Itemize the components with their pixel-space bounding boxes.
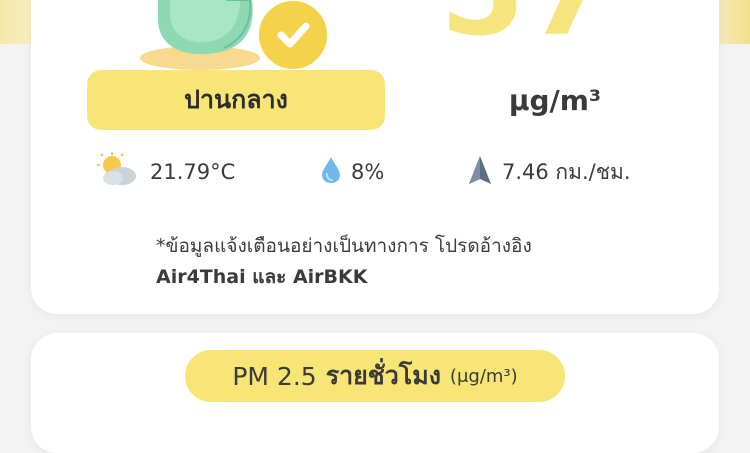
hourly-pm25-header: PM 2.5 รายชั่วโมง (μg/m³)	[185, 350, 565, 402]
water-drop-icon	[321, 156, 341, 189]
temperature-value: 21.79°C	[150, 160, 236, 184]
check-badge-icon	[256, 0, 330, 72]
partly-cloudy-icon	[96, 151, 140, 193]
hourly-prefix: PM 2.5	[232, 361, 317, 391]
pm25-value: 57	[440, 0, 650, 62]
air-quality-level-badge: ปานกลาง	[87, 70, 385, 130]
wind-value: 7.46 กม./ชม.	[502, 159, 631, 184]
note-sources: Air4Thai และ AirBKK	[156, 266, 368, 288]
wind-direction-icon	[468, 155, 492, 190]
humidity-readout: 8%	[321, 154, 384, 190]
hourly-unit: (μg/m³)	[449, 365, 518, 387]
hourly-title: รายชั่วโมง	[325, 361, 441, 390]
note-text: *ข้อมูลแจ้งเตือนอย่างเป็นทางการ โปรดอ้าง…	[156, 235, 532, 257]
wind-readout: 7.46 กม./ชม.	[468, 154, 631, 190]
temperature-readout: 21.79°C	[96, 151, 236, 193]
humidity-value: 8%	[351, 160, 385, 184]
official-data-note: *ข้อมูลแจ้งเตือนอย่างเป็นทางการ โปรดอ้าง…	[156, 231, 676, 293]
pm25-unit: μg/m³	[508, 84, 602, 117]
